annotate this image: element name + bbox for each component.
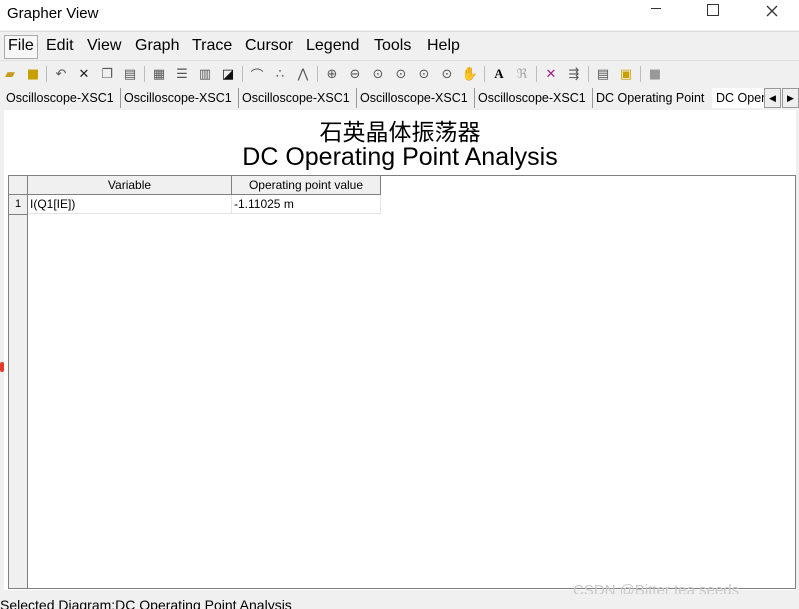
zoom-x-icon[interactable]: ⊙	[392, 65, 410, 83]
status-bar: Selected Diagram:DC Operating Point Anal…	[0, 594, 799, 609]
zoom-out-icon[interactable]: ⊖	[346, 65, 364, 83]
arrow-right-icon: ▶	[787, 92, 794, 103]
close-icon	[766, 5, 778, 17]
tab-oscilloscope-2[interactable]: Oscilloscope-XSC1	[120, 88, 239, 108]
paste-icon[interactable]: ▤	[121, 65, 139, 83]
toolbar-separator	[317, 66, 318, 82]
open-folder-icon[interactable]: ▰	[1, 65, 19, 83]
title-bar: Grapher View	[0, 0, 799, 30]
tab-dc-operating-point[interactable]: DC Operating Point	[592, 88, 713, 108]
tab-scroll-right-button[interactable]: ▶	[782, 88, 799, 108]
cursor-icon[interactable]: ✕	[542, 65, 560, 83]
tab-oscilloscope-1[interactable]: Oscilloscope-XSC1	[2, 88, 121, 108]
toolbar-separator	[640, 66, 641, 82]
diagram-title: DC Operating Point Analysis	[242, 143, 558, 171]
menu-edit[interactable]: Edit	[43, 35, 77, 57]
column-header-variable[interactable]: Variable	[28, 176, 232, 195]
undo-icon[interactable]: ↶	[52, 65, 70, 83]
menu-graph[interactable]: Graph	[132, 35, 182, 57]
menu-tools[interactable]: Tools	[371, 35, 414, 57]
menu-legend[interactable]: Legend	[303, 35, 362, 57]
selection-marker	[0, 362, 4, 372]
export-icon[interactable]: ⇶	[565, 65, 583, 83]
cell-value[interactable]: -1.11025 m	[232, 195, 381, 214]
toolbar-separator	[144, 66, 145, 82]
maximize-icon	[707, 4, 719, 16]
maximize-button[interactable]	[690, 0, 736, 30]
cell-variable[interactable]: I(Q1[IE])	[28, 195, 232, 214]
minimize-icon	[651, 7, 661, 9]
legend-list-icon[interactable]: ☰	[173, 65, 191, 83]
menu-file[interactable]: File	[4, 35, 38, 59]
diagram-title-cn: 石英晶体振荡器	[319, 120, 481, 146]
table-corner	[9, 176, 28, 195]
zoom-area-icon[interactable]: ⊙	[369, 65, 387, 83]
menu-help[interactable]: Help	[424, 35, 463, 57]
menu-view[interactable]: View	[84, 35, 124, 57]
zoom-in-icon[interactable]: ⊕	[323, 65, 341, 83]
minimize-button[interactable]	[633, 0, 679, 30]
toolbar-separator	[484, 66, 485, 82]
menu-bar: File Edit View Graph Trace Cursor Legend…	[0, 31, 799, 60]
print-preview-icon[interactable]: ▣	[617, 65, 635, 83]
label-icon[interactable]: ℜ	[513, 65, 531, 83]
window-title: Grapher View	[7, 5, 99, 22]
trace-line-points-icon[interactable]: ⋀	[294, 65, 312, 83]
tab-scroll-left-button[interactable]: ◀	[764, 88, 781, 108]
trace-line-icon[interactable]: ⌒	[248, 65, 266, 84]
pan-hand-icon[interactable]: ✋	[461, 65, 479, 83]
dark-background-icon[interactable]: ◪	[219, 65, 237, 83]
cut-icon[interactable]: ✕	[75, 65, 93, 83]
toolbar-separator	[588, 66, 589, 82]
close-button[interactable]	[749, 0, 795, 30]
toolbar: ▰ ■ ↶ ✕ ❐ ▤ ▦ ☰ ▥ ◪ ⌒ ∴ ⋀ ⊕ ⊖ ⊙ ⊙ ⊙ ⊙ ✋ …	[0, 60, 799, 88]
tab-oscilloscope-3[interactable]: Oscilloscope-XSC1	[238, 88, 357, 108]
zoom-y-icon[interactable]: ⊙	[415, 65, 433, 83]
row-header-column	[9, 195, 28, 588]
stop-icon[interactable]: ■	[646, 65, 664, 83]
tab-dc-operating-point-analysis[interactable]: DC Operating Point Analysis	[712, 88, 770, 108]
diagram-area[interactable]: 石英晶体振荡器 DC Operating Point Analysis Vari…	[4, 110, 796, 590]
toolbar-separator	[536, 66, 537, 82]
zoom-full-icon[interactable]: ⊙	[438, 65, 456, 83]
menu-cursor[interactable]: Cursor	[242, 35, 296, 57]
toolbar-separator	[46, 66, 47, 82]
tab-bar: Oscilloscope-XSC1 Oscilloscope-XSC1 Osci…	[0, 87, 799, 109]
text-icon[interactable]: A	[490, 65, 508, 83]
bar-chart-icon[interactable]: ▥	[196, 65, 214, 83]
column-header-value[interactable]: Operating point value	[232, 176, 381, 195]
menu-trace[interactable]: Trace	[189, 35, 235, 57]
results-table[interactable]: Variable Operating point value 1 I(Q1[IE…	[8, 175, 796, 589]
toolbar-separator	[242, 66, 243, 82]
row-number[interactable]: 1	[9, 195, 27, 215]
trace-points-icon[interactable]: ∴	[271, 65, 289, 83]
tab-oscilloscope-4[interactable]: Oscilloscope-XSC1	[356, 88, 475, 108]
tab-oscilloscope-5[interactable]: Oscilloscope-XSC1	[474, 88, 593, 108]
overlay-icon[interactable]: ▤	[594, 65, 612, 83]
copy-icon[interactable]: ❐	[98, 65, 116, 83]
save-icon[interactable]: ■	[24, 65, 42, 83]
arrow-left-icon: ◀	[769, 92, 776, 103]
grid-icon[interactable]: ▦	[150, 65, 168, 83]
